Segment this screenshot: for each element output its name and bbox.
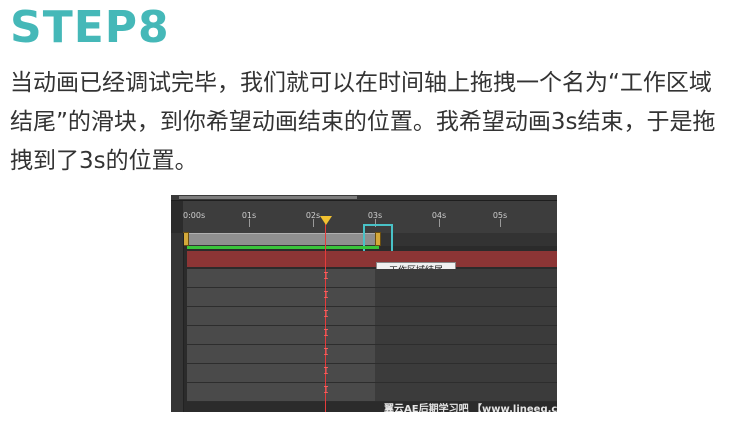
instruction-line-1: 当动画已经调试完毕，我们就可以在时间轴上拖拽一个名为“工作区域: [10, 70, 712, 96]
work-area-range[interactable]: [185, 233, 375, 245]
layer-row-work-area: [187, 364, 375, 382]
layer-row[interactable]: [187, 307, 557, 326]
step-title: STEP8: [10, 2, 170, 53]
ruler-label-5: 05s: [492, 211, 508, 220]
layer-row-work-area: [187, 288, 375, 306]
layer-row[interactable]: [187, 326, 557, 345]
layer-track[interactable]: [187, 251, 557, 267]
layer-row-work-area: [187, 307, 375, 325]
playhead-handle[interactable]: [320, 216, 332, 225]
layer-rows: [187, 269, 557, 412]
ruler-tick: [313, 219, 314, 227]
ruler-label-1: 01s: [241, 211, 257, 220]
layer-row[interactable]: [187, 269, 557, 288]
playhead-marker: I: [323, 328, 330, 339]
work-area-indicator: [187, 246, 379, 249]
layer-switches-column: [171, 233, 184, 412]
ruler-tick: [249, 219, 250, 227]
ruler-label-0: 0:00s: [183, 211, 206, 220]
playhead-marker: I: [323, 309, 330, 320]
layer-row-work-area: [187, 383, 375, 401]
playhead-marker: I: [323, 347, 330, 358]
watermark-text: 翼云AE后期学习吧 【www.lineeg.com/tieba/1775】: [384, 404, 557, 412]
layer-row-work-area: [187, 326, 375, 344]
navigator-range[interactable]: [179, 196, 357, 199]
layer-row[interactable]: [187, 345, 557, 364]
instruction-line-2: 结尾”的滑块，到你希望动画结束的位置。我希望动画3s结束，于是拖: [10, 109, 716, 135]
ruler-tick: [439, 219, 440, 227]
layer-row[interactable]: [187, 364, 557, 383]
playhead-marker: I: [323, 366, 330, 377]
layer-row-work-area: [187, 269, 375, 287]
ruler-label-2: 02s: [305, 211, 321, 220]
instruction-paragraph: 当动画已经调试完毕，我们就可以在时间轴上拖拽一个名为“工作区域 结尾”的滑块，到…: [10, 64, 740, 181]
timeline-screenshot: 0:00s 01s 02s 03s 04s 05s 工作区域结尾 I I I I…: [171, 195, 557, 412]
ruler-label-3: 03s: [367, 211, 383, 220]
instruction-line-3: 拽到了3s的位置。: [10, 148, 198, 174]
layer-row-work-area: [187, 345, 375, 363]
playhead-marker: I: [323, 385, 330, 396]
ruler-label-4: 04s: [431, 211, 447, 220]
layer-row[interactable]: [187, 288, 557, 307]
playhead-marker: I: [323, 290, 330, 301]
playhead-marker: I: [323, 271, 330, 282]
ruler-tick: [500, 219, 501, 227]
